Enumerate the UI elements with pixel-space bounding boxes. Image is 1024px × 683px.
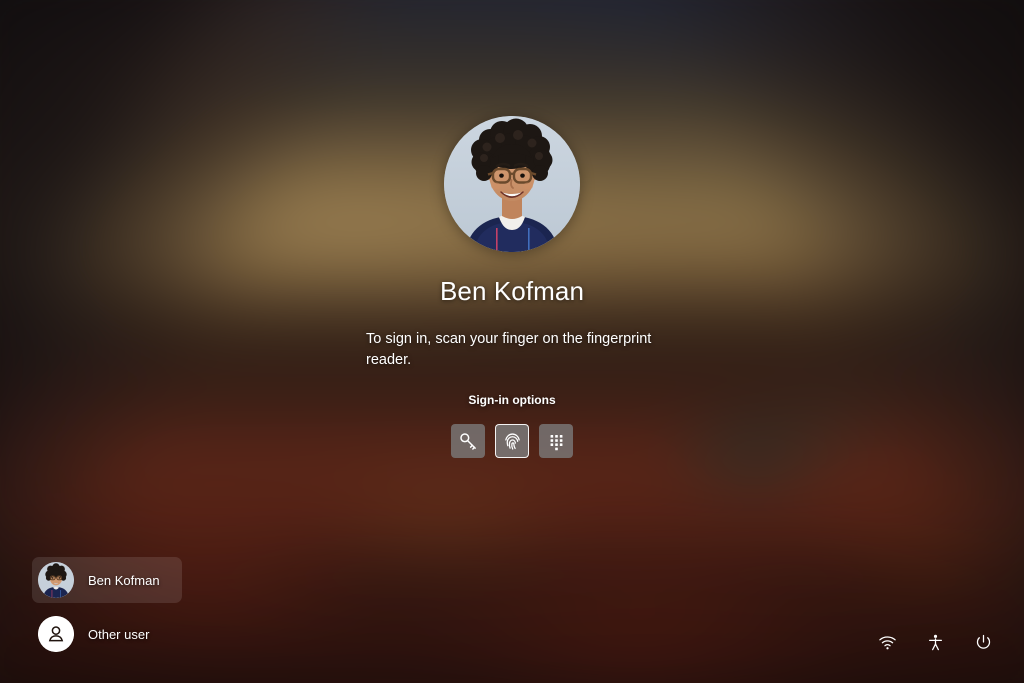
generic-person-icon (38, 616, 74, 652)
user-list: Ben Kofman Other user (32, 557, 182, 657)
signin-options-row (451, 424, 573, 459)
accessibility-icon (928, 634, 942, 650)
avatar (38, 562, 74, 598)
user-photo-avatar (38, 562, 74, 598)
signin-hint-text: To sign in, scan your finger on the fing… (366, 331, 652, 369)
power-icon (976, 634, 990, 649)
avatar (444, 116, 580, 252)
network-button[interactable] (874, 629, 900, 655)
avatar (38, 616, 74, 652)
lock-screen: Ben Kofman To sign in, scan your finger … (0, 0, 1024, 683)
signin-option-password-button[interactable] (451, 424, 485, 459)
pin-keypad-icon (550, 434, 562, 450)
user-list-item-ben-kofman[interactable]: Ben Kofman (32, 557, 182, 603)
signin-option-pin-button[interactable] (539, 424, 573, 459)
signin-panel: Ben Kofman To sign in, scan your finger … (302, 116, 722, 459)
system-tray (874, 629, 996, 655)
signin-option-fingerprint-button[interactable] (495, 424, 529, 459)
user-list-item-other-user[interactable]: Other user (32, 611, 182, 657)
accessibility-button[interactable] (922, 629, 948, 655)
power-button[interactable] (970, 629, 996, 655)
user-list-item-label: Ben Kofman (88, 572, 160, 588)
fingerprint-icon (504, 433, 520, 450)
page-title: Ben Kofman (439, 276, 585, 306)
user-list-item-label: Other user (88, 626, 150, 642)
key-icon (459, 432, 476, 450)
wifi-icon (878, 635, 896, 649)
signin-options-label[interactable]: Sign-in options (468, 393, 555, 407)
user-photo-avatar (444, 116, 580, 252)
